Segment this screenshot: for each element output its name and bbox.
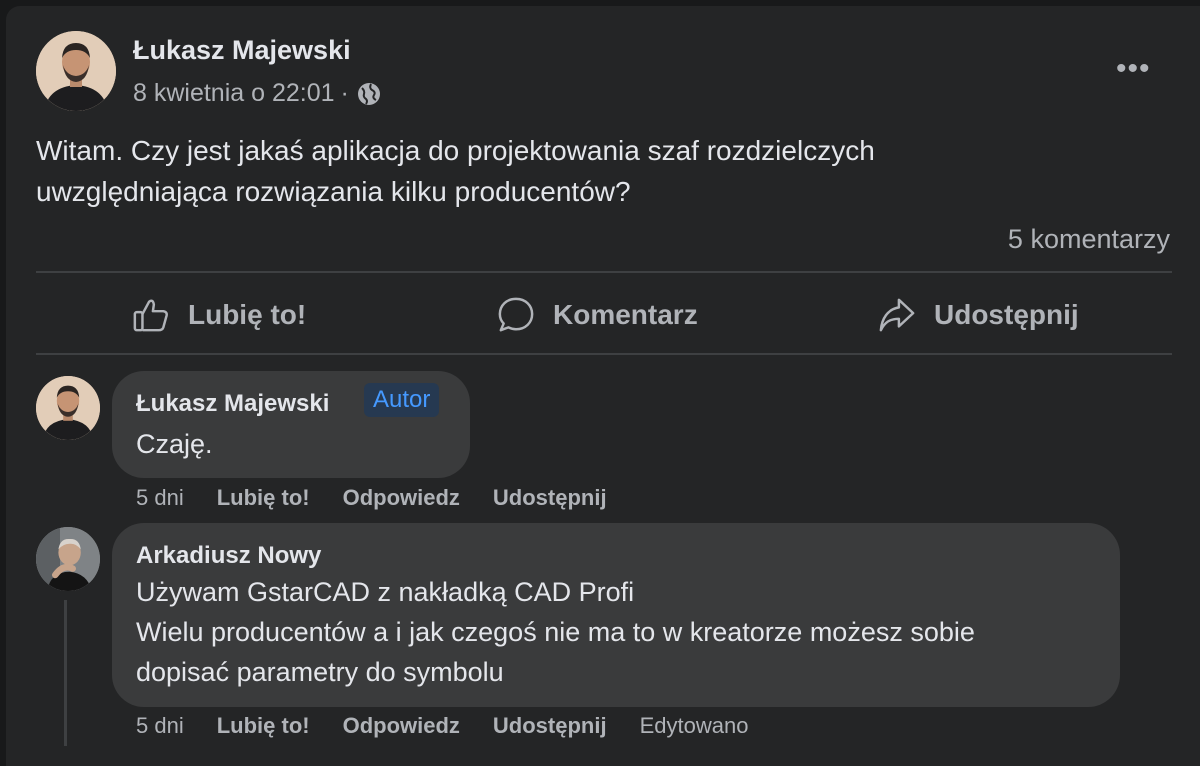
comment-like-button[interactable]: Lubię to! — [217, 485, 310, 511]
share-button[interactable]: Udostępnij — [878, 276, 1079, 354]
comment-time[interactable]: 5 dni — [136, 713, 184, 739]
comment-bubble-icon — [498, 297, 534, 332]
thumbs-up-icon — [133, 299, 168, 332]
reply-thread-line — [64, 600, 67, 746]
share-label: Udostępnij — [934, 299, 1079, 330]
divider — [36, 271, 1172, 273]
commenter-avatar[interactable] — [36, 376, 100, 440]
author-avatar[interactable] — [36, 31, 116, 111]
post-text-line: Witam. Czy jest jakaś aplikacja do proje… — [36, 135, 875, 166]
post-meta: 8 kwietnia o 22:01 · — [133, 79, 381, 108]
post-text-line: uwzględniająca rozwiązania kilku produce… — [36, 176, 631, 207]
divider — [36, 353, 1172, 355]
commenter-avatar[interactable] — [36, 527, 100, 591]
edited-label: Edytowano — [639, 713, 749, 738]
comment-actions: 5 dni Lubię to! Odpowiedz Udostępnij — [136, 485, 640, 511]
comment-actions: 5 dni Lubię to! Odpowiedz Udostępnij Edy… — [136, 713, 781, 739]
comment-author-name[interactable]: Łukasz Majewski — [136, 390, 329, 418]
author-badge: Autor — [364, 383, 440, 417]
post-date[interactable]: 8 kwietnia o 22:01 — [133, 79, 335, 108]
share-arrow-icon — [879, 298, 915, 332]
meta-separator: · — [340, 79, 349, 107]
comment-share-button[interactable]: Udostępnij — [493, 713, 607, 739]
comment-reply-button[interactable]: Odpowiedz — [343, 485, 460, 511]
comment-text: Czaję. — [136, 429, 213, 459]
action-bar: Lubię to! Komentarz Udostępnij — [36, 276, 1172, 354]
comment-text-line: Używam GstarCAD z nakładką CAD Profi — [136, 577, 635, 607]
comment-count[interactable]: 5 komentarzy — [1008, 224, 1170, 255]
comment-button[interactable]: Komentarz — [497, 276, 698, 354]
comment-label: Komentarz — [553, 299, 698, 330]
globe-icon[interactable] — [357, 82, 381, 106]
comment-time[interactable]: 5 dni — [136, 485, 184, 511]
comment-like-button[interactable]: Lubię to! — [217, 713, 310, 739]
like-button[interactable]: Lubię to! — [132, 276, 306, 354]
comment-text-line: Wielu producentów a i jak czegoś nie ma … — [136, 617, 975, 647]
post-author-name[interactable]: Łukasz Majewski — [133, 35, 351, 66]
comment-text-line: dopisać parametry do symbolu — [136, 657, 504, 687]
comment-author-name[interactable]: Arkadiusz Nowy — [136, 542, 321, 570]
comment-share-button[interactable]: Udostępnij — [493, 485, 607, 511]
comment-reply-button[interactable]: Odpowiedz — [343, 713, 460, 739]
post-text: Witam. Czy jest jakaś aplikacja do proje… — [36, 130, 1176, 212]
more-options-icon[interactable]: ••• — [1116, 52, 1151, 86]
like-label: Lubię to! — [188, 299, 307, 330]
